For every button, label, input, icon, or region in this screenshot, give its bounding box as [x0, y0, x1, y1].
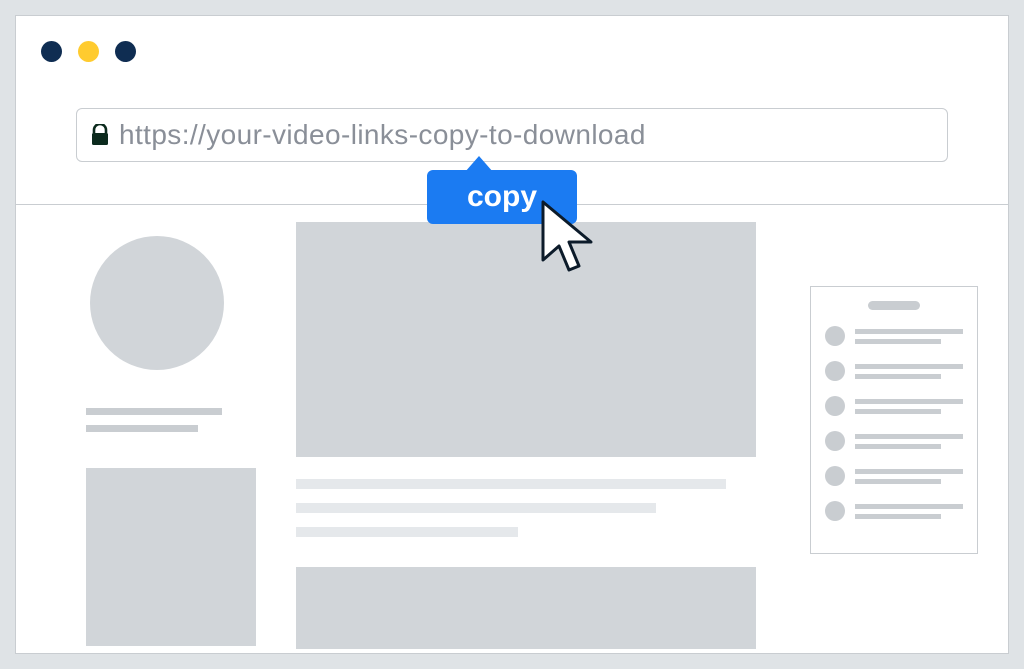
lock-icon [91, 124, 109, 146]
address-bar-url: https://your-video-links-copy-to-downloa… [119, 119, 646, 151]
browser-window: https://your-video-links-copy-to-downloa… [15, 15, 1009, 654]
cursor-icon [539, 200, 601, 276]
window-controls [41, 41, 136, 62]
list-item [825, 501, 963, 521]
list-item-icon [825, 396, 845, 416]
list-item [825, 326, 963, 346]
list-item-icon [825, 431, 845, 451]
sidebar-card [810, 286, 978, 554]
window-dot-3 [115, 41, 136, 62]
text-bar-placeholder [296, 527, 518, 537]
copy-tooltip-label: copy [467, 180, 537, 214]
list-item [825, 466, 963, 486]
list-item-icon [825, 501, 845, 521]
list-item [825, 396, 963, 416]
list-item-icon [825, 326, 845, 346]
window-dot-1 [41, 41, 62, 62]
video-thumbnail [296, 222, 756, 457]
list-item [825, 361, 963, 381]
list-item [825, 431, 963, 451]
address-bar[interactable]: https://your-video-links-copy-to-downloa… [76, 108, 948, 162]
window-dot-2 [78, 41, 99, 62]
text-bar-placeholder [296, 479, 726, 489]
thumbnail-placeholder [86, 468, 256, 646]
list-item-icon [825, 466, 845, 486]
main-content [296, 222, 756, 649]
video-thumbnail [296, 567, 756, 649]
list-item-icon [825, 361, 845, 381]
text-bar-placeholder [296, 503, 656, 513]
text-line-placeholder [86, 425, 198, 432]
text-line-placeholder [86, 408, 222, 415]
avatar [90, 236, 224, 370]
sidebar [86, 226, 256, 646]
card-header-placeholder [868, 301, 920, 310]
